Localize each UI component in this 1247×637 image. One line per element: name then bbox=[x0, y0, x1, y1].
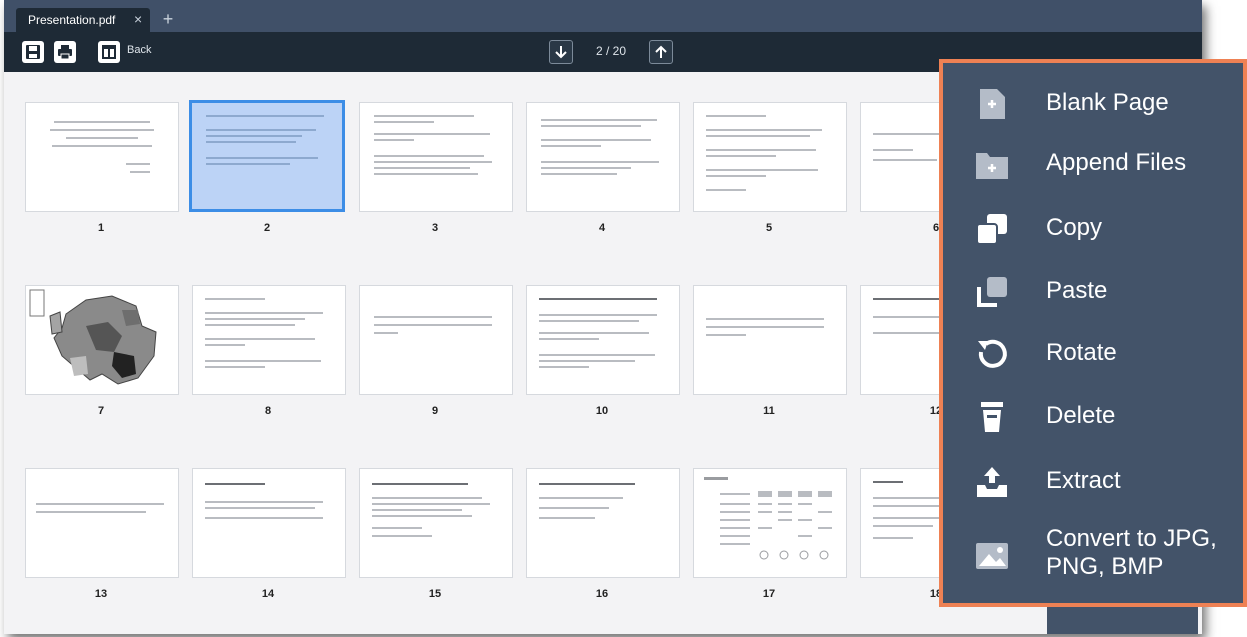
page-thumbnail[interactable] bbox=[192, 285, 346, 395]
save-button[interactable] bbox=[22, 41, 44, 63]
page-number: 17 bbox=[762, 588, 776, 600]
back-button[interactable] bbox=[98, 41, 120, 63]
page-number: 15 bbox=[428, 588, 442, 600]
menu-label: Append Files bbox=[1046, 149, 1187, 176]
page-thumbnail[interactable] bbox=[25, 102, 179, 212]
layout-icon bbox=[102, 45, 116, 59]
europe-map-image bbox=[29, 289, 157, 385]
rotate-icon bbox=[978, 339, 1007, 368]
page-number: 1 bbox=[97, 222, 105, 234]
page-number: 16 bbox=[595, 588, 609, 600]
tab-title: Presentation.pdf bbox=[28, 13, 116, 27]
page-number: 2 bbox=[263, 222, 271, 234]
menu-label: Paste bbox=[1046, 277, 1108, 304]
menu-item-delete[interactable]: Delete bbox=[943, 388, 1243, 444]
page-number: 9 bbox=[431, 405, 439, 417]
arrow-down-icon bbox=[555, 46, 567, 59]
close-tab-icon[interactable]: × bbox=[134, 11, 142, 27]
table-image bbox=[704, 477, 832, 560]
page-thumbnail[interactable] bbox=[693, 102, 847, 212]
page-thumbnail[interactable] bbox=[526, 468, 680, 578]
page-number: 5 bbox=[765, 222, 773, 234]
menu-item-append-files[interactable]: Append Files bbox=[943, 135, 1243, 191]
delete-icon bbox=[981, 402, 1003, 432]
menu-label: Copy bbox=[1046, 214, 1103, 241]
page-thumbnail[interactable] bbox=[359, 285, 513, 395]
tab-presentation[interactable]: Presentation.pdf × bbox=[16, 8, 150, 32]
save-icon bbox=[26, 45, 40, 59]
page-number: 10 bbox=[595, 405, 609, 417]
page-number: 14 bbox=[261, 588, 275, 600]
menu-label: Convert to JPG, PNG, BMP bbox=[1046, 525, 1217, 580]
page-thumbnail[interactable] bbox=[693, 285, 847, 395]
page-thumbnail[interactable] bbox=[359, 468, 513, 578]
print-icon bbox=[58, 45, 72, 60]
panel-edge bbox=[1047, 603, 1198, 634]
tab-bar: Presentation.pdf × + bbox=[4, 0, 1202, 32]
page-number: 3 bbox=[431, 222, 439, 234]
image-icon bbox=[976, 543, 1008, 569]
page-thumbnail[interactable] bbox=[526, 102, 680, 212]
page-thumbnail-selected[interactable] bbox=[189, 100, 345, 212]
back-label: Back bbox=[127, 44, 152, 56]
arrow-up-icon bbox=[655, 45, 667, 58]
page-number: 4 bbox=[598, 222, 606, 234]
page-thumbnail[interactable] bbox=[25, 468, 179, 578]
menu-label: Extract bbox=[1046, 467, 1121, 494]
extract-icon bbox=[977, 467, 1007, 497]
previous-page-button[interactable] bbox=[649, 40, 673, 64]
page-number: 8 bbox=[264, 405, 272, 417]
blank-page-icon bbox=[980, 89, 1005, 119]
page-thumbnail[interactable] bbox=[526, 285, 680, 395]
page-thumbnail-table[interactable] bbox=[693, 468, 847, 578]
menu-label: Rotate bbox=[1046, 339, 1117, 366]
menu-item-rotate[interactable]: Rotate bbox=[943, 325, 1243, 381]
page-indicator: 2 / 20 bbox=[596, 44, 627, 58]
page-thumbnail[interactable] bbox=[359, 102, 513, 212]
menu-item-blank-page[interactable]: Blank Page bbox=[943, 75, 1243, 131]
copy-icon bbox=[976, 214, 1007, 245]
page-number: 13 bbox=[94, 588, 108, 600]
page-number: 7 bbox=[97, 405, 105, 417]
menu-label: Delete bbox=[1046, 402, 1116, 429]
page-number: 11 bbox=[763, 405, 775, 417]
print-button[interactable] bbox=[54, 41, 76, 63]
menu-item-extract[interactable]: Extract bbox=[943, 453, 1243, 509]
new-tab-icon[interactable]: + bbox=[158, 10, 178, 30]
menu-label: Blank Page bbox=[1046, 89, 1169, 116]
menu-item-copy[interactable]: Copy bbox=[943, 200, 1243, 256]
menu-item-convert[interactable]: Convert to JPG, PNG, BMP bbox=[943, 515, 1243, 595]
append-files-icon bbox=[976, 153, 1008, 179]
next-page-button[interactable] bbox=[549, 40, 573, 64]
paste-icon bbox=[977, 277, 1007, 307]
page-thumbnail[interactable] bbox=[192, 468, 346, 578]
context-menu: Blank Page Append Files Copy Paste Rotat… bbox=[939, 59, 1247, 607]
page-thumbnail-map[interactable] bbox=[25, 285, 179, 395]
menu-item-paste[interactable]: Paste bbox=[943, 263, 1243, 319]
